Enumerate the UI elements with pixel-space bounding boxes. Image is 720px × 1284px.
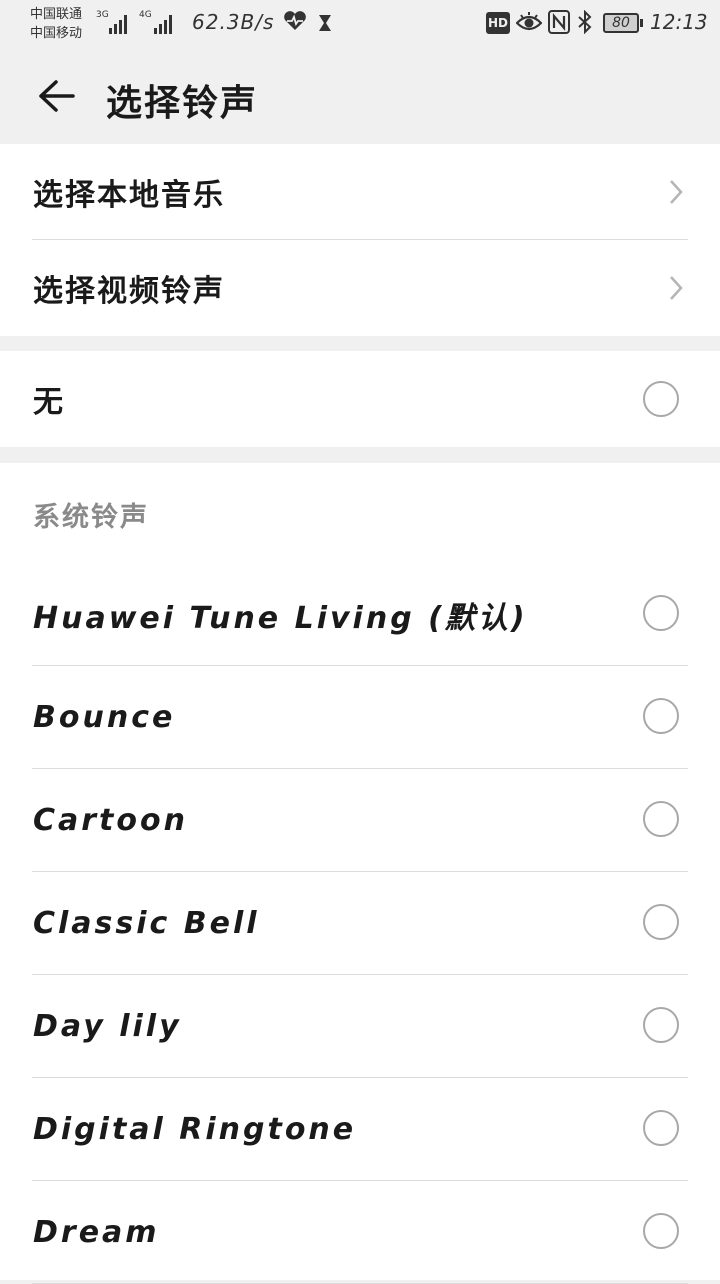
ringtone-item[interactable]: Digital Ringtone — [0, 1078, 720, 1181]
local-music-label: 选择本地音乐 — [33, 178, 225, 213]
network-type-1: 3G — [96, 10, 109, 20]
section-header-label: 系统铃声 — [33, 502, 149, 533]
chevron-right-icon — [670, 276, 683, 300]
network-type-2: 4G — [139, 10, 152, 20]
carrier-1: 中国联通 — [30, 7, 83, 22]
ringtone-radio[interactable] — [643, 698, 679, 734]
signal-icon — [154, 14, 172, 34]
chevron-right-icon — [670, 180, 683, 204]
ringtone-radio[interactable] — [643, 1110, 679, 1146]
eye-icon — [516, 12, 542, 31]
ringtone-label: Cartoon — [33, 803, 188, 838]
toolbar: 选择铃声 — [0, 48, 720, 144]
source-list: 选择本地音乐 选择视频铃声 — [0, 144, 720, 336]
bluetooth-icon — [578, 10, 592, 34]
ringtone-label: Huawei Tune Living (默认) — [33, 600, 528, 636]
none-option-label: 无 — [33, 385, 65, 420]
ringtone-item[interactable]: Bounce — [0, 666, 720, 769]
ringtone-label: Dream — [33, 1215, 160, 1250]
ringtone-radio[interactable] — [643, 801, 679, 837]
none-radio[interactable] — [643, 381, 679, 417]
battery-level: 80 — [612, 15, 630, 31]
heart-rate-icon — [284, 11, 306, 31]
network-speed: 62.3B/s — [192, 10, 275, 34]
arrow-left-icon — [39, 80, 75, 112]
status-bar: 中国联通 中国移动 3G 4G 62.3B/s HD 80 12:13 — [0, 0, 720, 48]
back-button[interactable] — [26, 68, 86, 124]
none-option-item[interactable]: 无 — [0, 351, 720, 447]
page-title: 选择铃声 — [106, 83, 259, 124]
hd-icon: HD — [486, 12, 510, 34]
ringtone-item[interactable]: Day lily — [0, 975, 720, 1078]
carrier-info: 中国联通 中国移动 — [30, 5, 82, 43]
clock: 12:13 — [650, 10, 708, 34]
hourglass-icon — [319, 15, 331, 31]
ringtone-item[interactable]: Dream — [0, 1181, 720, 1284]
system-ringtone-list: 系统铃声 Huawei Tune Living (默认) Bounce Cart… — [0, 463, 720, 1284]
ringtone-radio[interactable] — [643, 1007, 679, 1043]
local-music-item[interactable]: 选择本地音乐 — [0, 144, 720, 240]
ringtone-item[interactable]: Huawei Tune Living (默认) — [0, 563, 720, 666]
signal-icon — [109, 14, 127, 34]
ringtone-radio[interactable] — [643, 1213, 679, 1249]
carrier-2: 中国移动 — [30, 26, 83, 41]
ringtone-label: Bounce — [33, 700, 176, 735]
ringtone-label: Day lily — [33, 1009, 182, 1044]
section-header: 系统铃声 — [0, 463, 720, 563]
video-ringtone-label: 选择视频铃声 — [33, 274, 225, 309]
ringtone-label: Digital Ringtone — [33, 1112, 357, 1147]
none-option-group: 无 — [0, 351, 720, 447]
battery-icon: 80 — [603, 13, 643, 33]
ringtone-item[interactable]: Cartoon — [0, 769, 720, 872]
video-ringtone-item[interactable]: 选择视频铃声 — [0, 240, 720, 336]
ringtone-radio[interactable] — [643, 595, 679, 631]
ringtone-radio[interactable] — [643, 904, 679, 940]
ringtone-item[interactable]: Classic Bell — [0, 872, 720, 975]
nfc-icon — [548, 10, 570, 34]
ringtone-label: Classic Bell — [33, 906, 260, 941]
